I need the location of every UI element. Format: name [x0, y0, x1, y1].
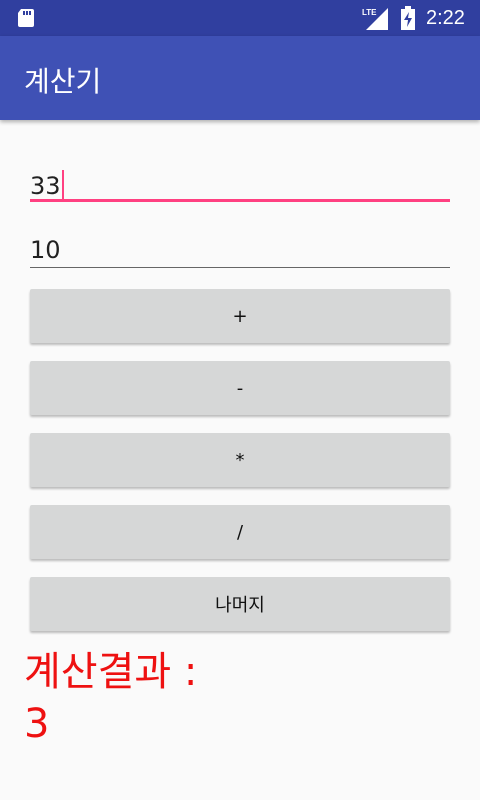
app-title: 계산기	[24, 65, 102, 98]
subtract-button[interactable]: -	[30, 361, 450, 415]
sd-card-icon	[18, 9, 34, 27]
result-value: 3	[24, 701, 50, 747]
add-button[interactable]: +	[30, 289, 450, 343]
second-number-field[interactable]: 10	[30, 228, 450, 268]
second-number-value[interactable]: 10	[30, 236, 61, 264]
app-bar: 계산기	[0, 36, 480, 120]
result-display: 계산결과 : 3	[24, 646, 197, 750]
multiply-button[interactable]: *	[30, 433, 450, 487]
network-label: LTE	[362, 8, 377, 17]
second-number-underline	[30, 267, 450, 268]
first-number-value[interactable]: 33	[30, 170, 64, 200]
result-label: 계산결과 :	[24, 649, 198, 695]
text-cursor	[61, 170, 64, 200]
lte-signal-icon: LTE	[362, 8, 388, 30]
battery-charging-icon	[401, 6, 415, 30]
clock: 2:22	[426, 7, 465, 29]
divide-button[interactable]: /	[30, 505, 450, 559]
remainder-button[interactable]: 나머지	[30, 577, 450, 631]
status-bar: LTE 2:22	[0, 0, 480, 36]
first-number-underline	[30, 199, 450, 202]
first-number-field[interactable]: 33	[30, 162, 450, 202]
